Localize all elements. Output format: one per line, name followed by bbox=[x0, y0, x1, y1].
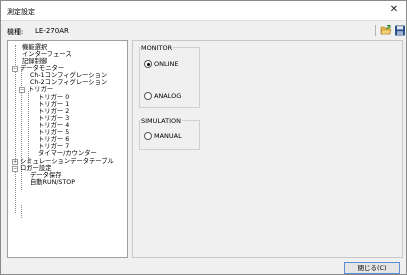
tree-item-label: トリガー 0 bbox=[38, 94, 70, 101]
tree-item-label: 自動RUN/STOP bbox=[30, 179, 76, 186]
manual-radio-label: MANUAL bbox=[154, 132, 182, 140]
tree-item-interface[interactable]: インターフェース bbox=[22, 51, 72, 58]
tree-item-trigger-7[interactable]: トリガー 7 bbox=[38, 143, 69, 150]
close-button[interactable]: 閉じる(C) bbox=[344, 262, 400, 274]
tree-item-logger-settings[interactable]: ロガー設定 bbox=[20, 165, 51, 172]
online-radio-label: ONLINE bbox=[154, 60, 179, 68]
tree-item-data-save[interactable]: データ保存 bbox=[30, 172, 61, 179]
monitor-group-title: MONITOR bbox=[140, 44, 174, 52]
collapse-toggle-icon[interactable]: − bbox=[12, 166, 18, 172]
tree-item-trigger-6[interactable]: トリガー 6 bbox=[38, 136, 69, 143]
tree-item-trigger-2[interactable]: トリガー 2 bbox=[38, 108, 69, 115]
collapse-toggle-icon[interactable]: − bbox=[12, 66, 18, 72]
tree-item-ch2-config[interactable]: Ch-2コンフィグレーション bbox=[30, 79, 107, 86]
monitor-group: MONITOR ONLINE ANALOG bbox=[139, 44, 200, 108]
tree-item-label: トリガー 5 bbox=[38, 129, 70, 136]
tree-item-label: タイマー/カウンター bbox=[38, 150, 97, 157]
tree-item-label: トリガー 4 bbox=[38, 122, 70, 129]
tree-item-trigger-3[interactable]: トリガー 3 bbox=[38, 115, 69, 122]
tree-item-label: トリガー bbox=[28, 86, 54, 93]
tree-item-record-control[interactable]: 記録制御 bbox=[22, 58, 47, 65]
model-value: LE-270AR bbox=[35, 27, 69, 35]
tree-item-trigger-0[interactable]: トリガー 0 bbox=[38, 94, 69, 101]
tree-item-label: ロガー設定 bbox=[20, 165, 52, 172]
model-bar: 機種: LE-270AR bbox=[1, 22, 406, 39]
tree-item-label: Ch-1コンフィグレーション bbox=[30, 72, 108, 79]
title-bar: 測定設定 ✕ bbox=[1, 1, 406, 21]
tree-item-trigger-5[interactable]: トリガー 5 bbox=[38, 129, 69, 136]
tree-item-data-monitor[interactable]: データモニター bbox=[20, 65, 64, 72]
tree-item-label: Ch-2コンフィグレーション bbox=[30, 79, 108, 86]
tree-item-label: トリガー 1 bbox=[38, 101, 70, 108]
tree-item-label: トリガー 2 bbox=[38, 108, 70, 115]
settings-tree[interactable]: 機能選択 インターフェース 記録制御 − データモニター Ch-1コンフィグレー… bbox=[7, 40, 128, 258]
folder-open-icon[interactable] bbox=[380, 25, 392, 36]
tree-item-label: トリガー 6 bbox=[38, 136, 70, 143]
expand-toggle-icon[interactable]: + bbox=[12, 159, 18, 165]
settings-window: 測定設定 ✕ 機種: LE-270AR 機能選択 インターフェース 記録制御 −… bbox=[0, 0, 407, 275]
tree-item-label: 機能選択 bbox=[22, 44, 48, 51]
window-title: 測定設定 bbox=[7, 8, 35, 16]
tree-item-label: 記録制御 bbox=[22, 58, 48, 65]
radio-indicator bbox=[144, 92, 152, 100]
close-icon[interactable]: ✕ bbox=[388, 4, 400, 16]
tree-item-auto-run-stop[interactable]: 自動RUN/STOP bbox=[30, 179, 75, 186]
tree-item-simulation-table[interactable]: シミュレーションデータテーブル bbox=[20, 158, 114, 165]
tree-connector bbox=[21, 205, 22, 218]
collapse-toggle-icon[interactable]: − bbox=[19, 87, 25, 93]
radio-selected-indicator bbox=[144, 60, 152, 68]
tree-item-trigger[interactable]: トリガー bbox=[28, 86, 53, 93]
tree-item-timer-counter[interactable]: タイマー/カウンター bbox=[38, 150, 97, 157]
tree-item-label: トリガー 7 bbox=[38, 143, 70, 150]
tree-item-trigger-4[interactable]: トリガー 4 bbox=[38, 122, 69, 129]
analog-radio-label: ANALOG bbox=[154, 92, 182, 100]
model-label: 機種: bbox=[7, 28, 24, 36]
radio-indicator bbox=[144, 132, 152, 140]
tree-item-ch1-config[interactable]: Ch-1コンフィグレーション bbox=[30, 72, 107, 79]
simulation-group-title: SIMULATION bbox=[140, 117, 182, 125]
tree-item-function-select[interactable]: 機能選択 bbox=[22, 44, 47, 51]
settings-panel: MONITOR ONLINE ANALOG SIMULATION MANUAL bbox=[132, 40, 403, 258]
tree-item-label: インターフェース bbox=[22, 51, 72, 58]
save-disk-icon[interactable] bbox=[394, 25, 406, 36]
tree-item-label: データモニター bbox=[20, 65, 65, 72]
toolbar-separator bbox=[375, 25, 376, 36]
tree-item-label: シミュレーションデータテーブル bbox=[20, 158, 114, 165]
tree-item-label: トリガー 3 bbox=[38, 115, 70, 122]
tree-item-label: データ保存 bbox=[30, 172, 62, 179]
tree-item-trigger-1[interactable]: トリガー 1 bbox=[38, 101, 69, 108]
simulation-group: SIMULATION MANUAL bbox=[139, 117, 200, 150]
